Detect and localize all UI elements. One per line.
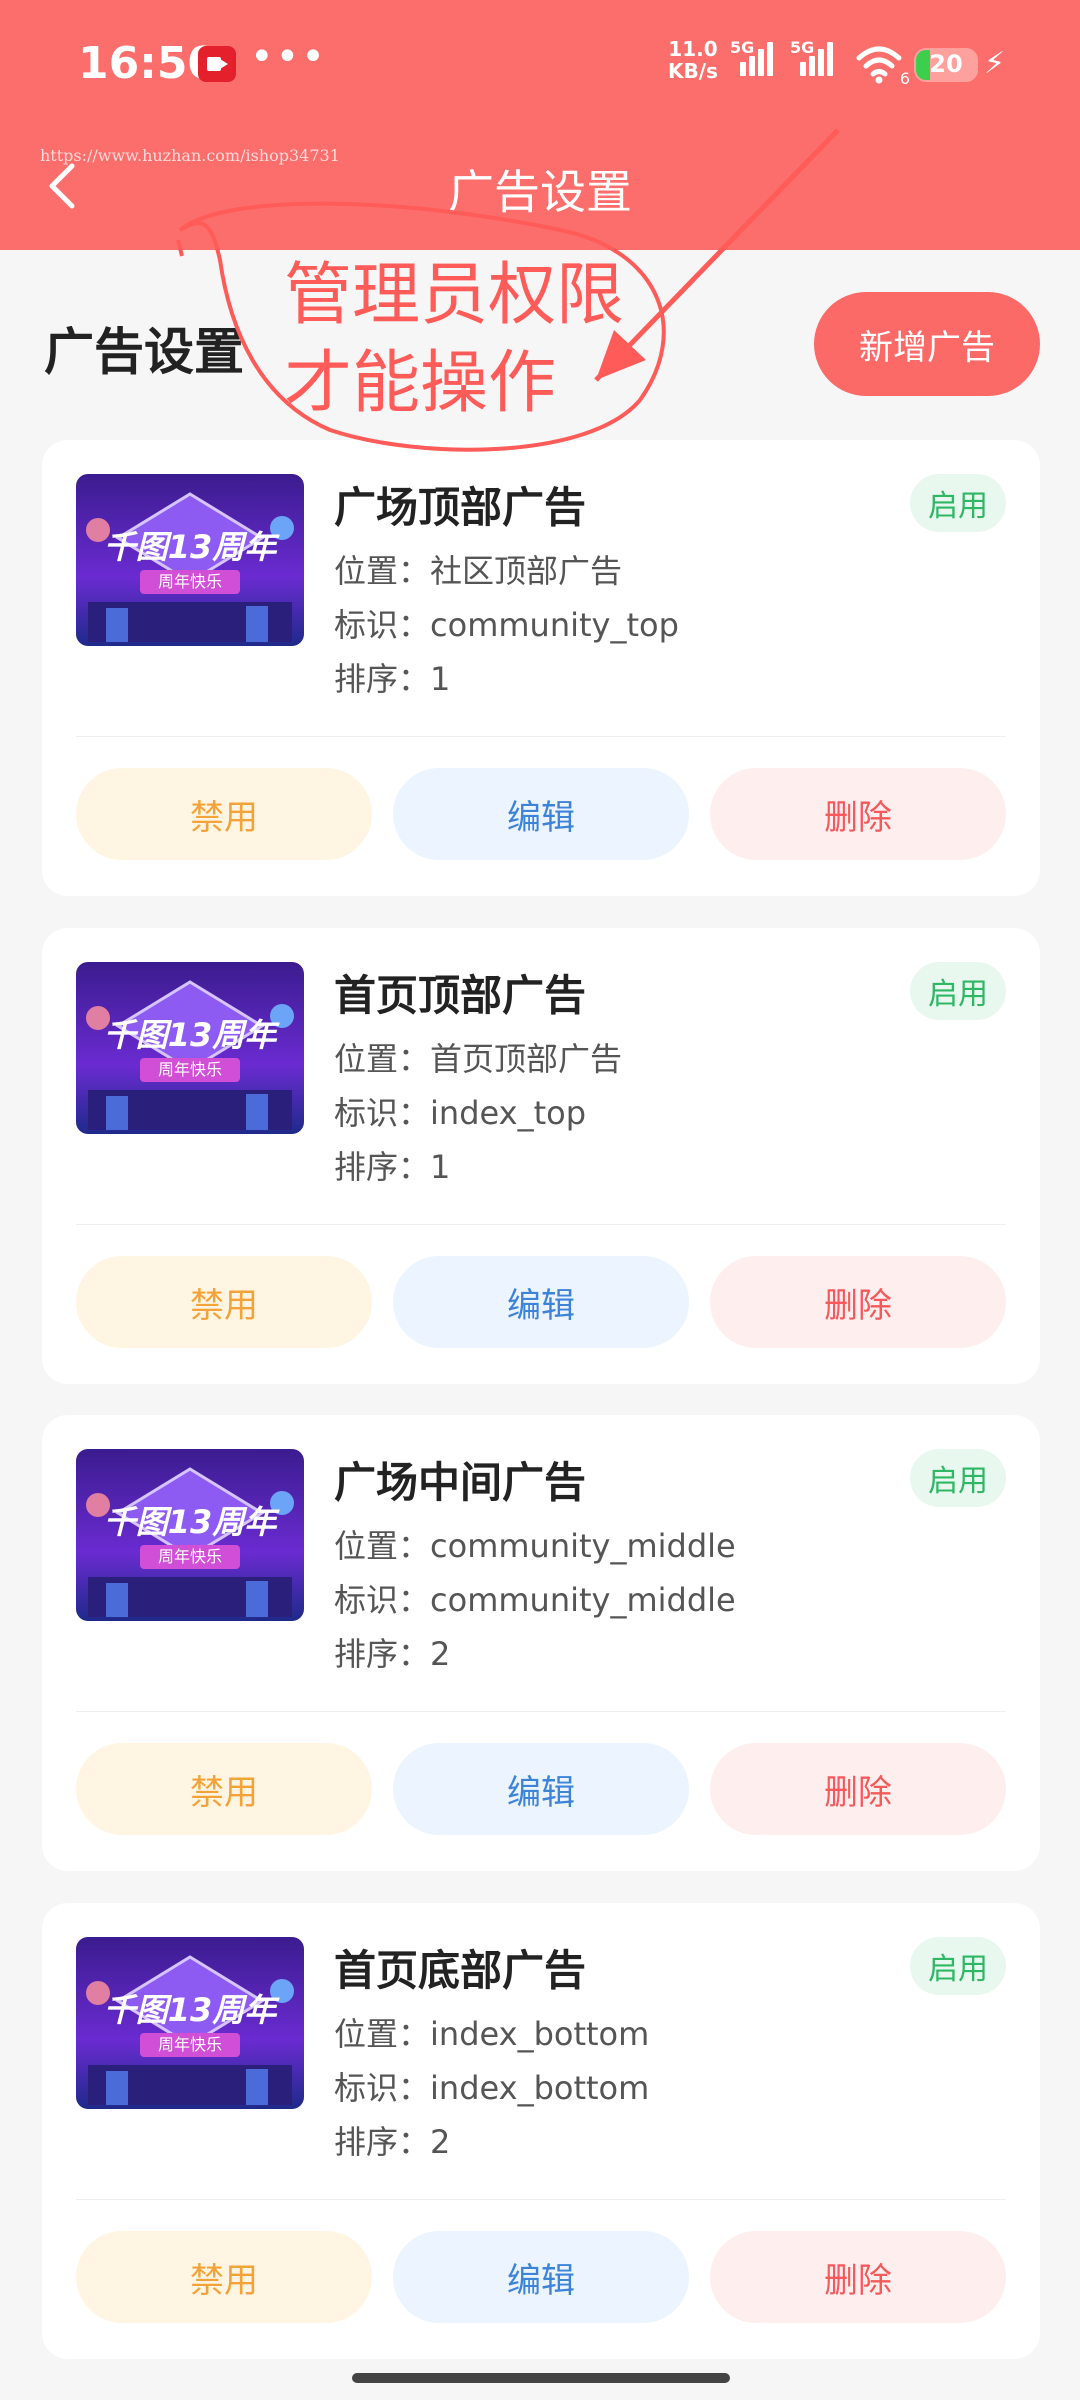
ad-position-label: 位置： [334,1527,431,1565]
ad-order-value: 2 [430,1635,451,1673]
ad-position-row: 位置：index_bottom [334,2009,649,2055]
ad-order-label: 排序： [334,2123,431,2161]
thumbnail-ribbon-text: 周年快乐 [140,1545,240,1569]
annotation-line-2: 才能操作 [284,344,557,423]
ad-thumbnail[interactable]: 千图13周年 周年快乐 [76,474,304,646]
status-badge: 启用 [910,474,1006,532]
ad-order-value: 1 [430,1148,451,1186]
ad-order-row: 排序：2 [334,2117,450,2163]
disable-button[interactable]: 禁用 [76,1256,372,1348]
thumbnail-banner-text: 千图13周年 [103,1016,277,1054]
ad-thumbnail[interactable]: 千图13周年 周年快乐 [76,1937,304,2109]
ad-position-value: index_bottom [430,2015,650,2053]
ad-key-row: 标识：index_top [334,1088,586,1134]
ad-order-value: 1 [430,660,451,698]
wifi-icon: 6 [856,44,910,88]
ad-card: 千图13周年 周年快乐 广场中间广告 启用 位置：community_middl… [42,1415,1040,1871]
ad-order-label: 排序： [334,660,431,698]
thumbnail-banner-text: 千图13周年 [103,528,277,566]
card-divider [76,1711,1006,1712]
annotation-text: 管理员权限 才能操作 [284,252,624,428]
edit-button[interactable]: 编辑 [393,1256,689,1348]
thumbnail-banner-text: 千图13周年 [103,1991,277,2029]
ad-title: 首页顶部广告 [334,971,587,1020]
status-badge: 启用 [910,1449,1006,1507]
ad-position-row: 位置：首页顶部广告 [334,1034,622,1080]
ad-order-row: 排序：1 [334,654,450,700]
ad-key-value: index_top [430,1094,586,1132]
charging-icon: ⚡ [984,46,1006,81]
delete-button[interactable]: 删除 [710,1256,1006,1348]
thumbnail-banner-text: 千图13周年 [103,1503,277,1541]
ad-key-row: 标识：index_bottom [334,2063,649,2109]
ad-card: 千图13周年 周年快乐 广场顶部广告 启用 位置：社区顶部广告 标识：commu… [42,440,1040,896]
ad-title: 广场中间广告 [334,1458,587,1507]
wifi-badge: 6 [899,69,910,88]
ad-key-label: 标识： [334,2069,431,2107]
ad-key-label: 标识： [334,1581,431,1619]
screen-record-icon [198,46,236,82]
ad-order-label: 排序： [334,1635,431,1673]
ad-key-value: community_top [430,606,679,644]
ad-position-value: community_middle [430,1527,736,1565]
signal-1-label: 5G [730,38,755,57]
ad-position-label: 位置： [334,552,431,590]
status-badge: 启用 [910,962,1006,1020]
annotation-line-1: 管理员权限 [284,256,625,335]
ad-key-label: 标识： [334,606,431,644]
battery-icon: 20 [914,48,978,82]
network-speed-value: 11.0 [668,37,718,61]
status-badge: 启用 [910,1937,1006,1995]
ad-order-row: 排序：2 [334,1629,450,1675]
ad-key-row: 标识：community_middle [334,1575,736,1621]
signal-2-label: 5G [790,38,815,57]
disable-button[interactable]: 禁用 [76,768,372,860]
ad-position-label: 位置： [334,1040,431,1078]
ad-card: 千图13周年 周年快乐 首页底部广告 启用 位置：index_bottom 标识… [42,1903,1040,2359]
page-title: 广告设置 [448,165,632,219]
section-title: 广告设置 [44,323,244,381]
ad-order-label: 排序： [334,1148,431,1186]
ad-position-label: 位置： [334,2015,431,2053]
edit-button[interactable]: 编辑 [393,1743,689,1835]
ad-key-value: index_bottom [430,2069,650,2107]
ad-key-row: 标识：community_top [334,600,679,646]
ad-position-row: 位置：community_middle [334,1521,736,1567]
status-bar: 16:50 ••• 11.0 KB/s 5G 5G 6 20 ⚡ [0,0,1080,130]
card-divider [76,1224,1006,1225]
add-ad-button[interactable]: 新增广告 [814,292,1040,396]
ad-key-label: 标识： [334,1094,431,1132]
disable-button[interactable]: 禁用 [76,1743,372,1835]
signal-1-icon: 5G [730,38,776,76]
ad-title: 广场顶部广告 [334,483,587,532]
home-indicator[interactable] [352,2373,730,2383]
disable-button[interactable]: 禁用 [76,2231,372,2323]
ad-card: 千图13周年 周年快乐 首页顶部广告 启用 位置：首页顶部广告 标识：index… [42,928,1040,1384]
delete-button[interactable]: 删除 [710,768,1006,860]
delete-button[interactable]: 删除 [710,2231,1006,2323]
ad-thumbnail[interactable]: 千图13周年 周年快乐 [76,1449,304,1621]
ad-key-value: community_middle [430,1581,736,1619]
more-notifications-icon: ••• [250,34,327,80]
ad-thumbnail[interactable]: 千图13周年 周年快乐 [76,962,304,1134]
ad-position-row: 位置：社区顶部广告 [334,546,622,592]
ad-position-value: 首页顶部广告 [430,1040,623,1078]
card-divider [76,736,1006,737]
thumbnail-ribbon-text: 周年快乐 [140,1058,240,1082]
delete-button[interactable]: 删除 [710,1743,1006,1835]
ad-title: 首页底部广告 [334,1946,587,1995]
network-speed-unit: KB/s [668,59,718,83]
card-divider [76,2199,1006,2200]
thumbnail-ribbon-text: 周年快乐 [140,570,240,594]
battery-level: 20 [929,50,963,78]
ad-order-value: 2 [430,2123,451,2161]
ad-position-value: 社区顶部广告 [430,552,623,590]
edit-button[interactable]: 编辑 [393,768,689,860]
signal-2-icon: 5G [790,38,836,76]
edit-button[interactable]: 编辑 [393,2231,689,2323]
ad-order-row: 排序：1 [334,1142,450,1188]
thumbnail-ribbon-text: 周年快乐 [140,2033,240,2057]
network-speed: 11.0 KB/s [668,38,718,82]
